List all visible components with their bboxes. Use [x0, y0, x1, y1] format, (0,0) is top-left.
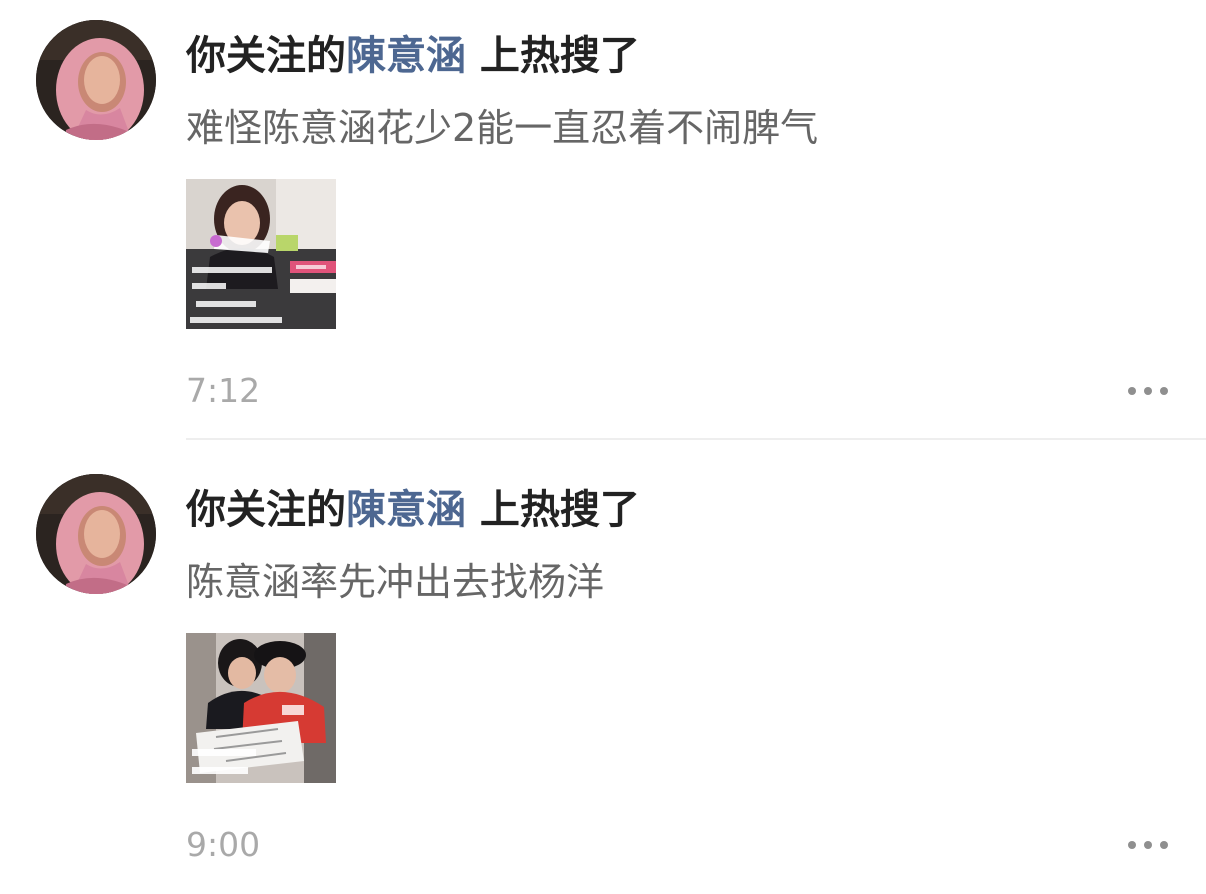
- video-thumbnail[interactable]: [186, 179, 336, 329]
- celebrity-link[interactable]: 陳意涵: [346, 33, 466, 79]
- notification-feed: 你关注的陳意涵 上热搜了 难怪陈意涵花少2能一直忍着不闹脾气 7:12 你关注的…: [0, 0, 1206, 880]
- notification-item[interactable]: 你关注的陳意涵 上热搜了 陈意涵率先冲出去找杨洋 9:00: [0, 454, 1206, 894]
- divider: [186, 438, 1206, 440]
- dot: [1160, 387, 1168, 395]
- dot: [1128, 387, 1136, 395]
- celebrity-link[interactable]: 陳意涵: [346, 487, 466, 533]
- headline-prefix: 你关注的: [186, 487, 346, 533]
- timestamp: 7:12: [186, 371, 261, 410]
- notification-headline: 你关注的陳意涵 上热搜了: [186, 480, 640, 540]
- dot: [1144, 387, 1152, 395]
- headline-suffix: 上热搜了: [466, 33, 640, 79]
- dot: [1128, 841, 1136, 849]
- video-thumbnail[interactable]: [186, 633, 336, 783]
- more-dots-icon[interactable]: [1128, 834, 1168, 856]
- avatar[interactable]: [36, 20, 156, 140]
- trending-topic-text[interactable]: 难怪陈意涵花少2能一直忍着不闹脾气: [186, 100, 818, 156]
- notification-headline: 你关注的陳意涵 上热搜了: [186, 26, 640, 86]
- trending-topic-text[interactable]: 陈意涵率先冲出去找杨洋: [186, 554, 604, 610]
- headline-suffix: 上热搜了: [466, 487, 640, 533]
- dot: [1160, 841, 1168, 849]
- dot: [1144, 841, 1152, 849]
- avatar[interactable]: [36, 474, 156, 594]
- timestamp: 9:00: [186, 825, 261, 864]
- more-dots-icon[interactable]: [1128, 380, 1168, 402]
- notification-item[interactable]: 你关注的陳意涵 上热搜了 难怪陈意涵花少2能一直忍着不闹脾气 7:12: [0, 0, 1206, 440]
- headline-prefix: 你关注的: [186, 33, 346, 79]
